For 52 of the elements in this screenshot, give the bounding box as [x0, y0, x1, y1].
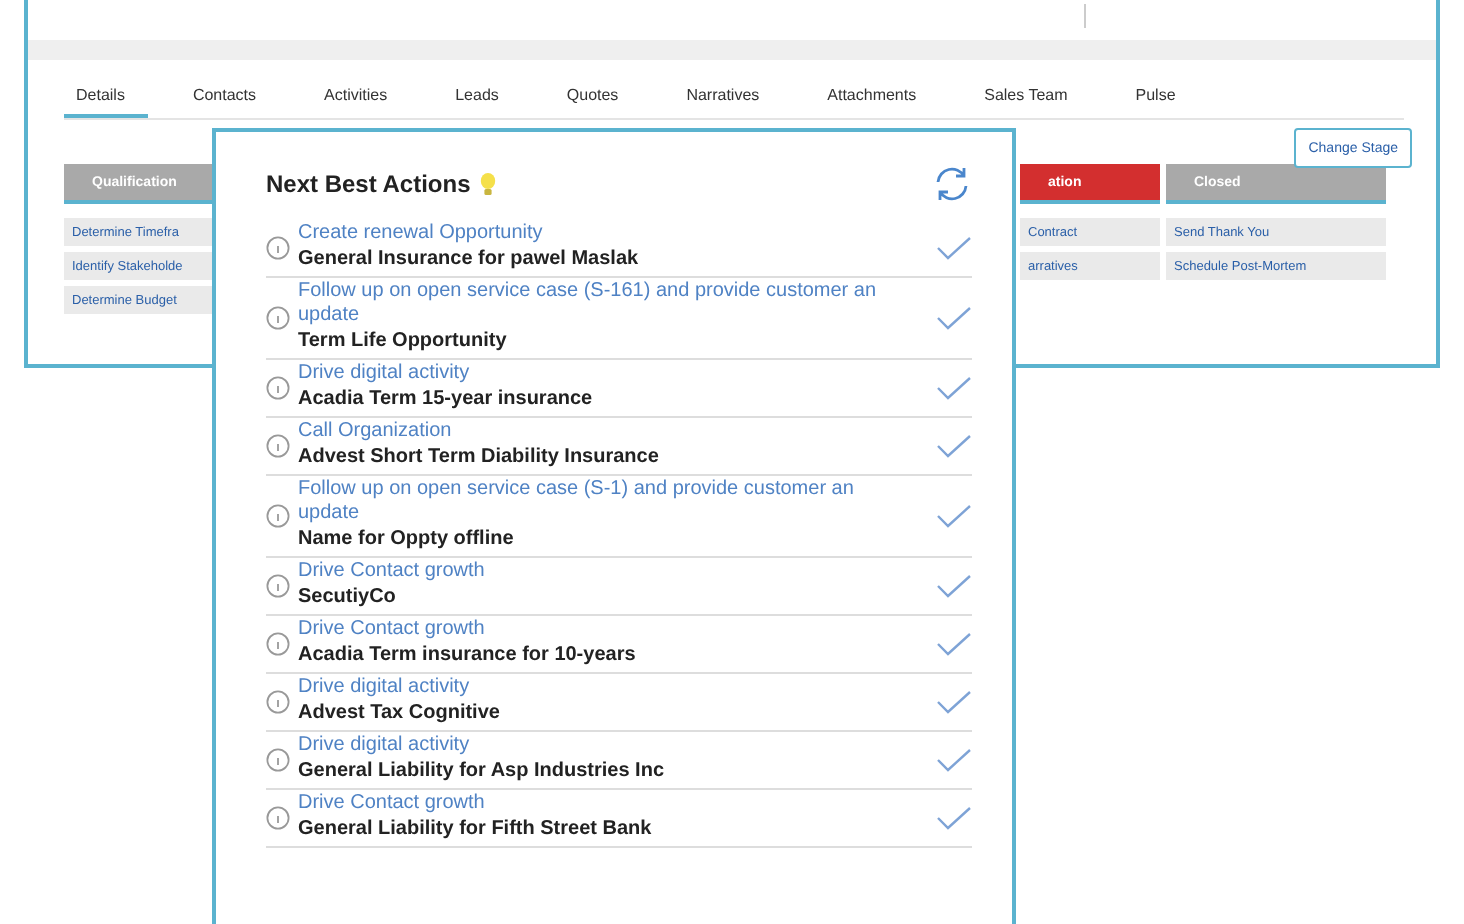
- action-link[interactable]: Create renewal Opportunity: [298, 222, 888, 246]
- checkmark-icon[interactable]: [936, 305, 972, 329]
- checkmark-icon[interactable]: [936, 235, 972, 259]
- info-icon[interactable]: [266, 433, 290, 457]
- tab[interactable]: Activities: [312, 80, 412, 118]
- action-subject: General Insurance for pawel Maslak: [298, 246, 641, 272]
- info-icon[interactable]: [266, 235, 290, 259]
- panel-title: Next Best Actions: [266, 170, 471, 198]
- refresh-icon[interactable]: [932, 164, 972, 204]
- info-icon[interactable]: [266, 573, 290, 597]
- action-link[interactable]: Follow up on open service case (S-161) and provide customer an update: [298, 280, 888, 328]
- info-icon[interactable]: [266, 503, 290, 527]
- action-subject: Acadia Term 15-year insurance: [298, 386, 595, 412]
- action-subject: Term Life Opportunity: [298, 328, 509, 354]
- checkmark-icon[interactable]: [936, 689, 972, 713]
- checkmark-icon[interactable]: [936, 805, 972, 829]
- checkmark-icon[interactable]: [936, 503, 972, 527]
- info-icon[interactable]: [266, 805, 290, 829]
- info-icon[interactable]: [266, 305, 290, 329]
- info-icon[interactable]: [266, 689, 290, 713]
- tab[interactable]: Leads: [443, 80, 523, 118]
- checkmark-icon[interactable]: [936, 375, 972, 399]
- action-link[interactable]: Drive Contact growth: [298, 560, 888, 584]
- action-link[interactable]: Drive Contact growth: [298, 792, 888, 816]
- checkmark-icon[interactable]: [936, 433, 972, 457]
- tab[interactable]: Details: [64, 80, 149, 118]
- action-subject: Acadia Term insurance for 10-years: [298, 642, 638, 668]
- tab[interactable]: Sales Team: [972, 80, 1092, 118]
- action-subject: SecutiyCo: [298, 584, 398, 610]
- action-subject: General Liability for Fifth Street Bank: [298, 816, 654, 842]
- action-subject: Advest Short Term Diability Insurance: [298, 444, 661, 470]
- info-icon[interactable]: [266, 631, 290, 655]
- action-subject: Advest Tax Cognitive: [298, 700, 502, 726]
- action-link[interactable]: Drive digital activity: [298, 734, 888, 758]
- tab[interactable]: Attachments: [815, 80, 941, 118]
- lightbulb-icon: [480, 172, 497, 196]
- action-link[interactable]: Call Organization: [298, 420, 888, 444]
- tab[interactable]: Contacts: [180, 80, 281, 118]
- info-icon[interactable]: [266, 375, 290, 399]
- action-link[interactable]: Drive digital activity: [298, 362, 888, 386]
- action-subject: General Liability for Asp Industries Inc: [298, 758, 667, 784]
- tab[interactable]: Narratives: [674, 80, 784, 118]
- checkmark-icon[interactable]: [936, 631, 972, 655]
- checkmark-icon[interactable]: [936, 573, 972, 597]
- action-subject: Name for Oppty offline: [298, 526, 516, 552]
- tab[interactable]: Quotes: [554, 80, 643, 118]
- tab[interactable]: Pulse: [1123, 80, 1200, 118]
- action-link[interactable]: Drive digital activity: [298, 676, 888, 700]
- action-link[interactable]: Follow up on open service case (S-1) and provide customer an update: [298, 478, 888, 526]
- info-icon[interactable]: [266, 747, 290, 771]
- checkmark-icon[interactable]: [936, 747, 972, 771]
- action-link[interactable]: Drive Contact growth: [298, 618, 888, 642]
